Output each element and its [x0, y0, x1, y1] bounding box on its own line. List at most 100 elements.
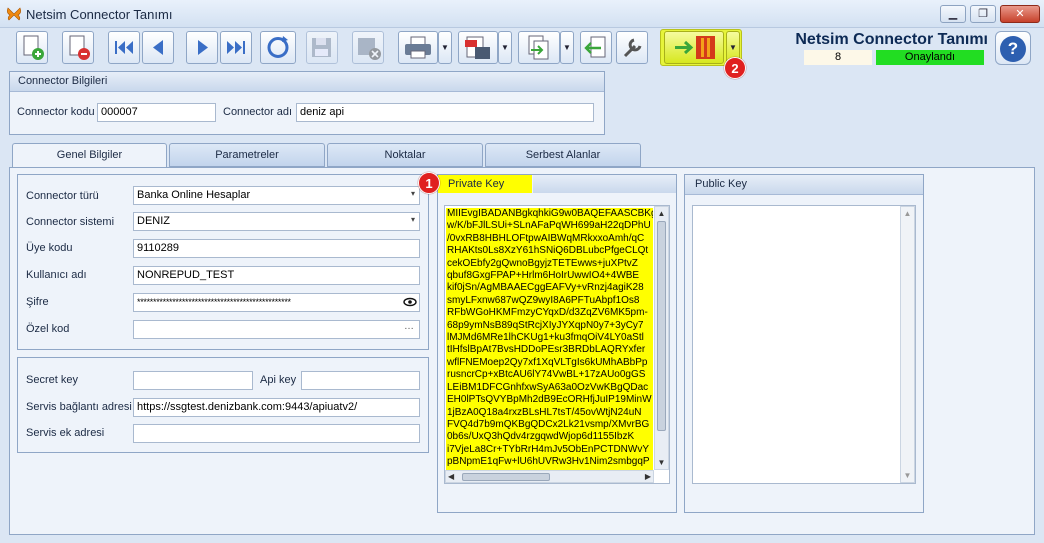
special-code-input[interactable]: … [133, 320, 420, 339]
private-key-vscrollbar[interactable]: ▲ ▼ [654, 206, 669, 470]
print-button[interactable] [398, 31, 438, 64]
private-key-hscrollbar[interactable]: ◀ ▶ [445, 470, 654, 483]
next-record-button[interactable] [186, 31, 218, 64]
private-key-line: kif0jSn/AgMBAAECggEAFVy+vRnzj4agiK28 [447, 282, 644, 294]
refresh-button[interactable] [260, 31, 296, 64]
special-code-label: Özel kod [26, 323, 70, 335]
cancel-button[interactable] [352, 31, 384, 64]
scroll-left-icon[interactable]: ◀ [448, 472, 454, 481]
private-key-line: 1jBzA0Q18a4rxzBLsHL7tsT/45ovWtjN24uN [447, 406, 642, 418]
private-key-textarea[interactable]: MIIEvgIBADANBgkqhkiG9w0BAQEFAASCBKgwggSk… [444, 205, 670, 484]
private-key-line: cekOEbfy2gQwnoBgyjzTETEwws+juXPtvZ [447, 257, 638, 269]
minimize-button[interactable]: ▁ [940, 5, 966, 23]
first-record-button[interactable] [108, 31, 140, 64]
connector-info-title: Connector Bilgileri [10, 72, 604, 92]
settings-button[interactable] [616, 31, 648, 64]
print-dropdown[interactable]: ▼ [438, 31, 452, 64]
export-dropdown[interactable]: ▼ [560, 31, 574, 64]
member-code-label: Üye kodu [26, 242, 73, 254]
private-key-title: Private Key [438, 175, 532, 193]
vscroll-thumb[interactable] [657, 221, 666, 431]
password-input[interactable]: ****************************************… [133, 293, 420, 312]
step-badge-1: 1 [418, 172, 440, 194]
hscroll-thumb[interactable] [462, 473, 550, 481]
pdf-button[interactable] [458, 31, 498, 64]
private-key-line: rusncrCp+xBtcAU6lY74VwBL+17zAUo0gGS [447, 369, 646, 381]
api-key-input[interactable] [301, 371, 420, 390]
close-button[interactable]: ✕ [1000, 5, 1040, 23]
service-url-label: Servis bağlantı adresi [26, 401, 132, 413]
private-key-line: /0vxRB8HBHLOFtpwAIBWqMRkxxoAmh/qC [447, 232, 645, 244]
pdf-dropdown[interactable]: ▼ [498, 31, 512, 64]
private-key-line: i7VjeLa8Cr+TYbRrH4mJv5ObEnPCTDNWvY [447, 443, 650, 455]
private-key-line: RHAKts0Ls8XzY61hSNiQ6DBLubcPfgeCLQt [447, 245, 649, 257]
member-code-input[interactable]: 9110289 [133, 239, 420, 258]
export-button[interactable] [518, 31, 560, 64]
last-record-button[interactable] [220, 31, 252, 64]
username-input[interactable]: NONREPUD_TEST [133, 266, 420, 285]
private-key-line: FVQ4d7b9mQKBgQDCx2Lk21vsmp/XMvrBG [447, 418, 650, 430]
username-label: Kullanıcı adı [26, 269, 87, 281]
window-title: Netsim Connector Tanımı [26, 7, 173, 22]
connector-type-select[interactable]: Banka Online Hesaplar ▾ [133, 186, 420, 205]
private-key-line: 68p9ymNsB89qStRcjXIyJYXqpN0y7+3yCy7 [447, 319, 644, 331]
pdf-export-icon [465, 36, 490, 59]
scroll-up-icon[interactable]: ▲ [901, 209, 914, 218]
connector-name-input[interactable]: deniz api [296, 103, 594, 122]
scroll-down-icon[interactable]: ▼ [901, 471, 914, 480]
scroll-right-icon[interactable]: ▶ [645, 472, 651, 481]
ellipsis-icon[interactable]: … [404, 321, 414, 332]
import-button[interactable] [580, 31, 612, 64]
settings-wrench-icon [623, 38, 642, 58]
public-key-vscrollbar[interactable]: ▲ ▼ [900, 206, 915, 483]
save-button[interactable] [306, 31, 338, 64]
private-key-text: MIIEvgIBADANBgkqhkiG9w0BAQEFAASCBKgwggSk… [446, 208, 653, 470]
step-badge-2: 2 [724, 57, 746, 79]
service-url-input[interactable]: https://ssgtest.denizbank.com:9443/apiua… [133, 398, 420, 417]
private-key-line: w/K/bFJlLSUi+SLnAFaPqWH699aH22qDPhU [447, 220, 651, 232]
new-document-icon [23, 35, 44, 60]
tab-serbest-alanlar[interactable]: Serbest Alanlar [485, 143, 641, 167]
print-icon [405, 36, 431, 59]
tab-genel-bilgiler[interactable]: Genel Bilgiler [12, 143, 167, 168]
connector-code-input[interactable]: 000007 [97, 103, 216, 122]
connector-code-label: Connector kodu [17, 106, 95, 118]
tab-noktalar[interactable]: Noktalar [327, 143, 483, 167]
scroll-up-icon[interactable]: ▲ [655, 209, 668, 218]
password-label: Şifre [26, 296, 49, 308]
exit-button[interactable] [664, 31, 724, 64]
delete-button[interactable] [62, 31, 94, 64]
password-value: ****************************************… [137, 297, 291, 307]
scroll-down-icon[interactable]: ▼ [655, 458, 668, 467]
previous-record-button[interactable] [142, 31, 174, 64]
cancel-disabled-icon [358, 38, 381, 60]
private-key-line: wflFNEMoep2Qy7xf1XqVLTgIs6kUMhABbPp [447, 356, 648, 368]
exit-icon [675, 36, 715, 59]
connector-type-label: Connector türü [26, 190, 99, 202]
tab-parametreler[interactable]: Parametreler [169, 143, 325, 167]
secret-key-label: Secret key [26, 374, 78, 386]
chevron-down-icon: ▾ [410, 189, 415, 198]
restore-button[interactable]: ❐ [970, 5, 996, 23]
new-button[interactable] [16, 31, 48, 64]
secret-key-input[interactable] [133, 371, 253, 390]
chevron-down-icon: ▾ [410, 215, 415, 224]
page-title: Netsim Connector Tanımı [795, 31, 988, 48]
connector-system-select[interactable]: DENIZ ▾ [133, 212, 420, 231]
public-key-textarea[interactable]: ▲ ▼ [692, 205, 916, 484]
service-extra-label: Servis ek adresi [26, 427, 105, 439]
help-button[interactable]: ? [995, 31, 1031, 65]
connector-name-label: Connector adı [223, 106, 293, 118]
private-key-line: MIIEvgIBADANBgkqhkiG9w0BAQEFAASCBKgwggSk [447, 208, 653, 219]
eye-icon[interactable] [403, 296, 417, 308]
service-extra-input[interactable] [133, 424, 420, 443]
last-record-icon [227, 41, 245, 54]
butterfly-app-icon [7, 7, 21, 21]
private-key-line: tIHfslBpAt7BvsHDDoPEsr3BRDbLAQRYxfer [447, 344, 646, 356]
private-key-line: qbuf8GxgFPAP+Hrlm6HoIrUwwIO4+4WBE [447, 270, 640, 282]
help-icon: ? [1000, 36, 1026, 62]
private-key-line: RFbWGoHKMFmzyCYqxD/d3ZqZV6MK5pm- [447, 307, 648, 319]
previous-record-icon [153, 40, 163, 55]
private-key-line: smyLFxnw687wQZ9wyI8A6PFTuAbpf1Os8 [447, 294, 640, 306]
status-badge: Onaylandı [876, 50, 984, 65]
